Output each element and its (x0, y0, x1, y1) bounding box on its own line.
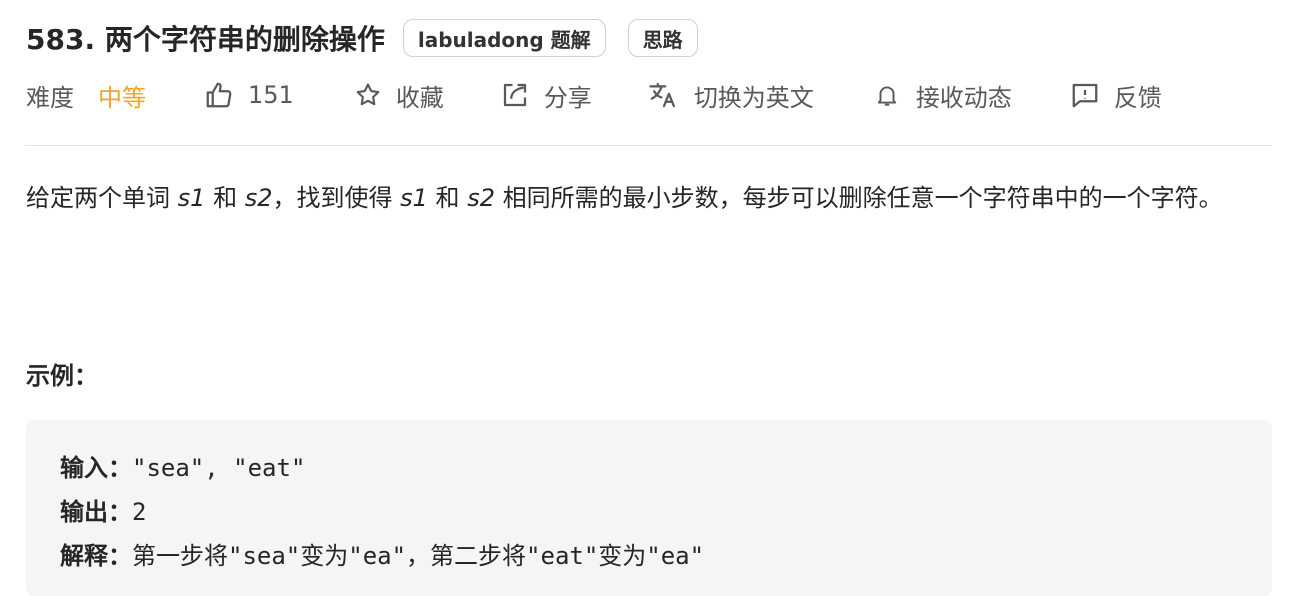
share-label: 分享 (543, 83, 592, 112)
desc-text: 相同所需的最小步数，每步可以删除任意一个字符串中的一个字符。 (502, 184, 1223, 212)
problem-description: 给定两个单词 s1 和 s2，找到使得 s1 和 s2 相同所需的最小步数，每步… (26, 176, 1276, 220)
output-label: 输出： (60, 498, 132, 526)
share-button[interactable]: 分享 (500, 78, 592, 113)
translate-icon (648, 80, 680, 110)
divider (26, 145, 1272, 146)
desc-text: 给定两个单词 (26, 184, 170, 212)
var-s2: s2 (467, 184, 495, 212)
explain-label: 解释： (60, 542, 132, 570)
example-input-line: 输入："sea", "eat" (60, 448, 305, 483)
difficulty-label: 难度 (26, 83, 74, 112)
desc-text: 和 (435, 184, 460, 212)
title-row: 583. 两个字符串的删除操作 labuladong 题解 思路 (26, 16, 698, 60)
translate-label: 切换为英文 (693, 83, 814, 112)
output-value: 2 (132, 498, 147, 526)
like-count: 151 (248, 81, 294, 109)
feedback-icon (1070, 80, 1100, 110)
translate-button[interactable]: 切换为英文 (648, 78, 814, 113)
example-output-line: 输出：2 (60, 492, 146, 527)
favorite-label: 收藏 (395, 83, 444, 112)
subscribe-label: 接收动态 (915, 83, 1012, 112)
tag-hint[interactable]: 思路 (627, 19, 698, 57)
desc-text: ，找到使得 (272, 184, 393, 212)
desc-text: 和 (213, 184, 238, 212)
var-s1: s1 (400, 184, 428, 212)
difficulty: 难度 中等 (26, 78, 146, 113)
feedback-label: 反馈 (1113, 83, 1162, 112)
bell-icon (874, 81, 900, 109)
var-s2: s2 (244, 184, 273, 212)
share-icon (500, 80, 530, 110)
meta-row: 难度 中等 151 收藏 分享 切换为英文 接收动态 反馈 (26, 74, 1162, 116)
difficulty-value: 中等 (98, 83, 146, 112)
problem-page: 583. 两个字符串的删除操作 labuladong 题解 思路 难度 中等 1… (0, 0, 1292, 596)
like-button[interactable]: 151 (204, 80, 294, 110)
example-code-block: 输入："sea", "eat" 输出：2 解释：第一步将"sea"变为"ea"，… (26, 420, 1272, 596)
subscribe-button[interactable]: 接收动态 (874, 78, 1012, 113)
feedback-button[interactable]: 反馈 (1070, 78, 1162, 113)
thumbs-up-icon (204, 80, 234, 110)
favorite-button[interactable]: 收藏 (354, 78, 444, 113)
star-icon (354, 81, 382, 109)
example-title: 示例： (26, 362, 98, 390)
explain-value: 第一步将"sea"变为"ea"，第二步将"eat"变为"ea" (132, 542, 705, 570)
example-explain-line: 解释：第一步将"sea"变为"ea"，第二步将"eat"变为"ea" (60, 536, 704, 571)
var-s1: s1 (177, 184, 206, 212)
input-label: 输入： (60, 454, 132, 482)
problem-title: 583. 两个字符串的删除操作 (26, 23, 385, 56)
tag-labuladong[interactable]: labuladong 题解 (402, 19, 606, 57)
input-value: "sea", "eat" (132, 454, 306, 482)
